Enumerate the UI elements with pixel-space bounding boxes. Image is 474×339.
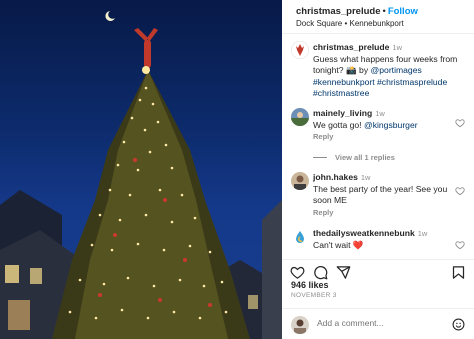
- comment-item: mainely_living 1w We gotta go! @kingsburg…: [282, 108, 474, 168]
- comment-text: We gotta go!: [313, 119, 364, 130]
- heart-icon[interactable]: [290, 265, 305, 280]
- avatar-icon: [291, 172, 309, 190]
- caption-time: 1w: [392, 43, 403, 52]
- comment-avatar[interactable]: [291, 228, 309, 246]
- caption-avatar[interactable]: [291, 41, 309, 59]
- post-side-panel: christmas_prelude • Follow Dock Square • K…: [282, 0, 474, 339]
- current-user-avatar: [291, 316, 309, 334]
- like-comment-heart-icon[interactable]: [455, 186, 465, 196]
- comment-item: thedailysweatkennebunk 1w Can't wait ❤️: [282, 228, 474, 254]
- add-comment-input[interactable]: [317, 318, 427, 328]
- avatar-icon: [291, 316, 309, 334]
- comment-avatar[interactable]: [291, 108, 309, 126]
- christmas-tree-photo: [0, 11, 282, 339]
- like-comment-heart-icon[interactable]: [455, 240, 465, 250]
- moon-icon: [105, 11, 115, 21]
- like-comment-heart-icon[interactable]: [455, 118, 465, 128]
- comment-username[interactable]: mainely_living: [313, 108, 372, 118]
- post-date: NOVEMBER 3: [291, 292, 337, 299]
- comment-item: john.hakes 1w The best party of the year!…: [282, 172, 474, 218]
- caption: christmas_prelude 1w Guess what happens f…: [282, 41, 474, 99]
- comments-list[interactable]: christmas_prelude 1w Guess what happens f…: [282, 38, 474, 254]
- bookmark-icon[interactable]: [451, 265, 466, 280]
- caption-mention[interactable]: @portimages: [371, 65, 422, 75]
- comment-text: Can't wait ❤️: [313, 239, 364, 250]
- add-comment-bar: [282, 308, 474, 339]
- droplet-logo-icon: [291, 228, 309, 246]
- follow-button[interactable]: Follow: [388, 6, 418, 17]
- avatar-icon: [291, 108, 309, 126]
- view-replies-button[interactable]: View all 1 replies: [313, 153, 395, 162]
- likes-count[interactable]: 946 likes: [291, 280, 329, 290]
- comment-text: The best party of the year! See you soon…: [313, 183, 448, 206]
- reply-button[interactable]: Reply: [313, 208, 333, 217]
- caption-hashtags[interactable]: #kennebunkport #christmasprelude #christ…: [313, 77, 447, 99]
- lobster-logo-icon: [291, 41, 309, 59]
- comment-username[interactable]: thedailysweatkennebunk: [313, 228, 415, 238]
- post-header: christmas_prelude • Follow Dock Square • K…: [282, 0, 474, 34]
- comment-icon[interactable]: [313, 265, 328, 280]
- emoji-icon[interactable]: [452, 318, 465, 331]
- post-photo[interactable]: [0, 0, 282, 339]
- location-link[interactable]: Dock Square • Kennebunkport: [296, 18, 474, 30]
- caption-username[interactable]: christmas_prelude: [313, 42, 389, 52]
- action-bar: [282, 259, 474, 281]
- comment-username[interactable]: john.hakes: [313, 172, 358, 182]
- comment-avatar[interactable]: [291, 172, 309, 190]
- reply-button[interactable]: Reply: [313, 132, 333, 141]
- header-username[interactable]: christmas_prelude: [296, 6, 380, 17]
- comment-mention[interactable]: @kingsburger: [364, 120, 418, 130]
- lobster-topper: [134, 28, 158, 74]
- share-icon[interactable]: [336, 265, 351, 280]
